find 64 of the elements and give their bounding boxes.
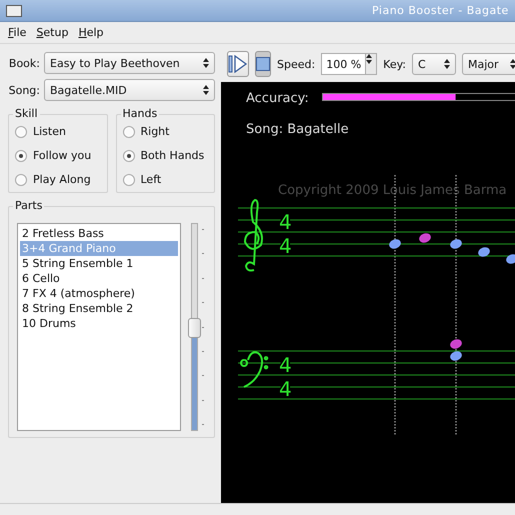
slider-handle[interactable] [188, 318, 201, 338]
song-select[interactable]: Bagatelle.MID [44, 79, 215, 101]
radio-option[interactable]: Follow you [15, 149, 100, 162]
stop-icon [256, 57, 270, 71]
menu-item[interactable]: Setup [36, 26, 68, 39]
group-title: Skill [13, 107, 40, 120]
window-icon [6, 4, 22, 16]
radio-button[interactable] [122, 174, 134, 186]
up-down-caret-icon [510, 59, 515, 69]
radio-label: Both Hands [140, 149, 204, 162]
key-label: Key: [383, 58, 406, 70]
treble-clef-icon [244, 199, 263, 272]
note-head [506, 254, 515, 264]
accuracy-label: Accuracy: [246, 91, 309, 106]
window-title: Piano Booster - Bagate [372, 4, 509, 17]
radio-label: Play Along [33, 173, 91, 186]
radio-button[interactable] [122, 126, 134, 138]
field-label: Song: [8, 84, 40, 96]
play-button[interactable] [227, 51, 249, 77]
stop-button[interactable] [255, 51, 271, 77]
play-icon [228, 55, 248, 73]
up-down-caret-icon [444, 59, 450, 69]
list-item[interactable]: 8 String Ensemble 2 [20, 301, 178, 316]
list-item[interactable]: 6 Cello [20, 271, 178, 286]
note-head [450, 351, 462, 361]
note-head [389, 239, 401, 249]
book-select[interactable]: Easy to Play Beethoven [44, 52, 215, 74]
menu-item[interactable]: File [8, 26, 26, 39]
speed-spinbox[interactable]: 100 % [321, 53, 378, 75]
radio-label: Right [140, 125, 170, 138]
up-down-caret-icon [203, 85, 209, 95]
radio-label: Left [140, 173, 162, 186]
radio-option[interactable]: Left [122, 173, 208, 186]
radio-option[interactable]: Right [122, 125, 208, 138]
group-title: Parts [13, 199, 44, 212]
radio-option[interactable]: Both Hands [122, 149, 208, 162]
list-item[interactable]: 10 Drums [20, 316, 178, 331]
mode-select[interactable]: Major [462, 53, 515, 75]
slider-track[interactable] [191, 223, 198, 431]
up-down-caret-icon [203, 58, 209, 68]
radio-label: Listen [33, 125, 66, 138]
menu-item[interactable]: Help [78, 26, 104, 39]
radio-option[interactable]: Play Along [15, 173, 100, 186]
song-title: Song: Bagatelle [246, 122, 349, 137]
field-label: Book: [8, 56, 40, 70]
list-item[interactable]: 5 String Ensemble 1 [20, 256, 178, 271]
radio-button[interactable] [15, 174, 27, 186]
note-head [450, 239, 462, 249]
list-item[interactable]: 7 FX 4 (atmosphere) [20, 286, 178, 301]
note-head [450, 339, 462, 349]
key-select[interactable]: C [412, 53, 456, 75]
note-head [478, 247, 490, 257]
bass-clef-icon [240, 351, 268, 388]
radio-button[interactable] [15, 126, 27, 138]
up-down-caret-icon [366, 54, 372, 64]
note-head [419, 233, 431, 243]
speed-label: Speed: [277, 58, 316, 70]
radio-button[interactable] [15, 150, 27, 162]
radio-label: Follow you [33, 149, 92, 162]
copyright-text: Copyright 2009 Louis James Barma [278, 183, 507, 198]
group-title: Hands [120, 107, 160, 120]
radio-button[interactable] [122, 150, 134, 162]
list-item[interactable]: 2 Fretless Bass [20, 226, 178, 241]
radio-option[interactable]: Listen [15, 125, 100, 138]
